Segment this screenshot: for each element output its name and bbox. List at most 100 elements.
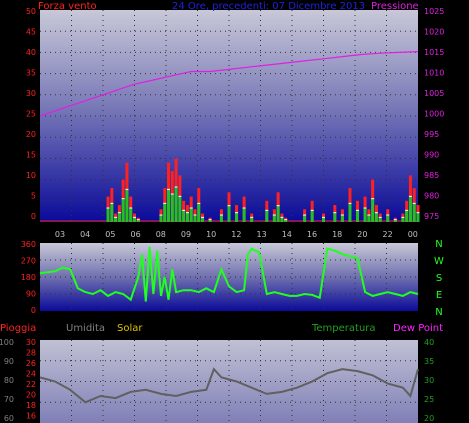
wind-avg-bar [129,208,133,222]
wind-avg-bar [363,208,367,222]
hour-tick-label: 10 [206,230,216,239]
wind-avg-bar [125,189,129,222]
wind-avg-bar [197,203,201,222]
humidity-tick-label: 100 [0,338,14,347]
compass-label: E [436,290,442,301]
wind-avg-bar [378,217,382,222]
rain-tick-label: 20 [26,391,36,400]
wind-avg-bar [374,212,378,222]
wind-avg-bar [174,187,178,222]
hour-tick-label: 16 [307,230,317,239]
hour-tick-label: 00 [408,230,418,239]
wind-avg-bar [371,198,375,222]
wind-avg-bar [272,215,276,222]
dewpoint-label: Dew Point [393,323,443,334]
wind-tick-label: 30 [26,89,36,98]
humidity-tick-label: 90 [4,357,14,366]
wind-avg-bar [412,203,416,222]
compass-label: N [435,239,442,250]
pressure-tick-label: 975 [424,212,439,221]
wind-avg-bar [265,210,269,222]
wind-avg-bar [227,205,231,222]
direction-tick-label: 270 [21,257,36,266]
wind-tick-label: 25 [26,110,36,119]
wind-avg-bar [235,212,239,222]
pressure-tick-label: 1000 [424,110,444,119]
wind-avg-bar [322,217,325,222]
hour-tick-label: 08 [156,230,166,239]
rain-tick-label: 28 [26,349,36,358]
wind-tick-label: 10 [26,171,36,180]
wind-tick-label: 0 [31,212,36,221]
rain-tick-label: 16 [26,412,36,421]
wind-avg-bar [280,217,284,222]
humidity-tick-label: 80 [4,376,14,385]
rain-tick-label: 26 [26,359,36,368]
compass-label: W [434,256,444,267]
rain-tick-label: 18 [26,401,36,410]
wind-tick-label: 40 [26,48,36,57]
hour-tick-label: 14 [282,230,292,239]
direction-axis-ticks: 360 270 180 90 0 [21,240,36,315]
temperature-tick-label: 30 [424,376,434,385]
pressure-tick-label: 1015 [424,48,444,57]
wind-avg-bar [242,208,246,222]
hour-axis-ticks: 03 04 05 06 08 09 10 12 13 14 16 18 20 22 00 [55,230,418,239]
wind-tick-label: 50 [26,7,36,16]
hour-tick-label: 09 [181,230,191,239]
wind-avg-bar [170,194,174,222]
hour-tick-label: 20 [357,230,367,239]
wind-tick-label: 45 [26,28,36,37]
hour-tick-label: 06 [131,230,141,239]
wind-avg-bar [303,215,307,222]
wind-avg-bar [276,205,280,222]
temperature-tick-label: 20 [424,414,434,423]
compass-labels: NWSEN [434,239,444,318]
temperature-tick-label: 40 [424,338,434,347]
wind-avg-bar [408,196,412,222]
pressure-axis-label: Pressione [371,1,419,12]
wind-avg-bar [159,215,163,222]
direction-tick-label: 180 [21,273,36,282]
wind-avg-bar [117,212,121,222]
wind-avg-bar [340,215,344,222]
wind-avg-bar [163,203,167,222]
chart-title: 24 Ore, precedenti: 07 Dicembre 2013 [172,1,365,12]
pressure-tick-label: 985 [424,171,439,180]
pressure-axis-ticks: 1025 1020 1015 1010 1005 1000 995 990 985 980 975 [424,7,444,221]
wind-avg-bar [189,208,193,222]
temperature-tick-label: 25 [424,395,434,404]
humidity-tick-label: 70 [4,395,14,404]
hour-tick-label: 13 [257,230,267,239]
wind-avg-bar [110,203,114,222]
compass-label: N [435,307,442,318]
temperature-tick-label: 35 [424,357,434,366]
wind-avg-bar [386,215,390,222]
wind-avg-bar [114,217,118,222]
temperature-label: Temperatura [311,323,376,334]
direction-tick-label: 0 [31,306,36,315]
direction-tick-label: 360 [21,240,36,249]
wind-avg-bar [405,210,409,222]
wind-avg-bar [416,212,420,222]
wind-avg-bar [348,203,352,222]
rain-tick-label: 24 [26,370,36,379]
wind-avg-bar [310,210,314,222]
wind-avg-bar [250,217,254,222]
pressure-tick-label: 1025 [424,7,444,16]
hour-tick-label: 04 [80,230,90,239]
weather-chart: 50454035302520151050 1025102010151010100… [0,1,444,423]
wind-avg-bar [178,196,182,222]
wind-tick-label: 20 [26,130,36,139]
wind-tick-label: 35 [26,69,36,78]
wind-avg-bar [367,215,371,222]
hour-tick-label: 12 [231,230,241,239]
solar-label: Solar [117,323,143,334]
pressure-tick-label: 990 [424,151,439,160]
wind-avg-bar [219,215,223,222]
humidity-label: Umidita [66,323,105,334]
rain-axis-ticks: 30 2826 2422 2018 16 [26,338,36,421]
hour-tick-label: 22 [383,230,393,239]
wind-axis-label: Forza vento [38,1,97,12]
pressure-tick-label: 1020 [424,28,444,37]
